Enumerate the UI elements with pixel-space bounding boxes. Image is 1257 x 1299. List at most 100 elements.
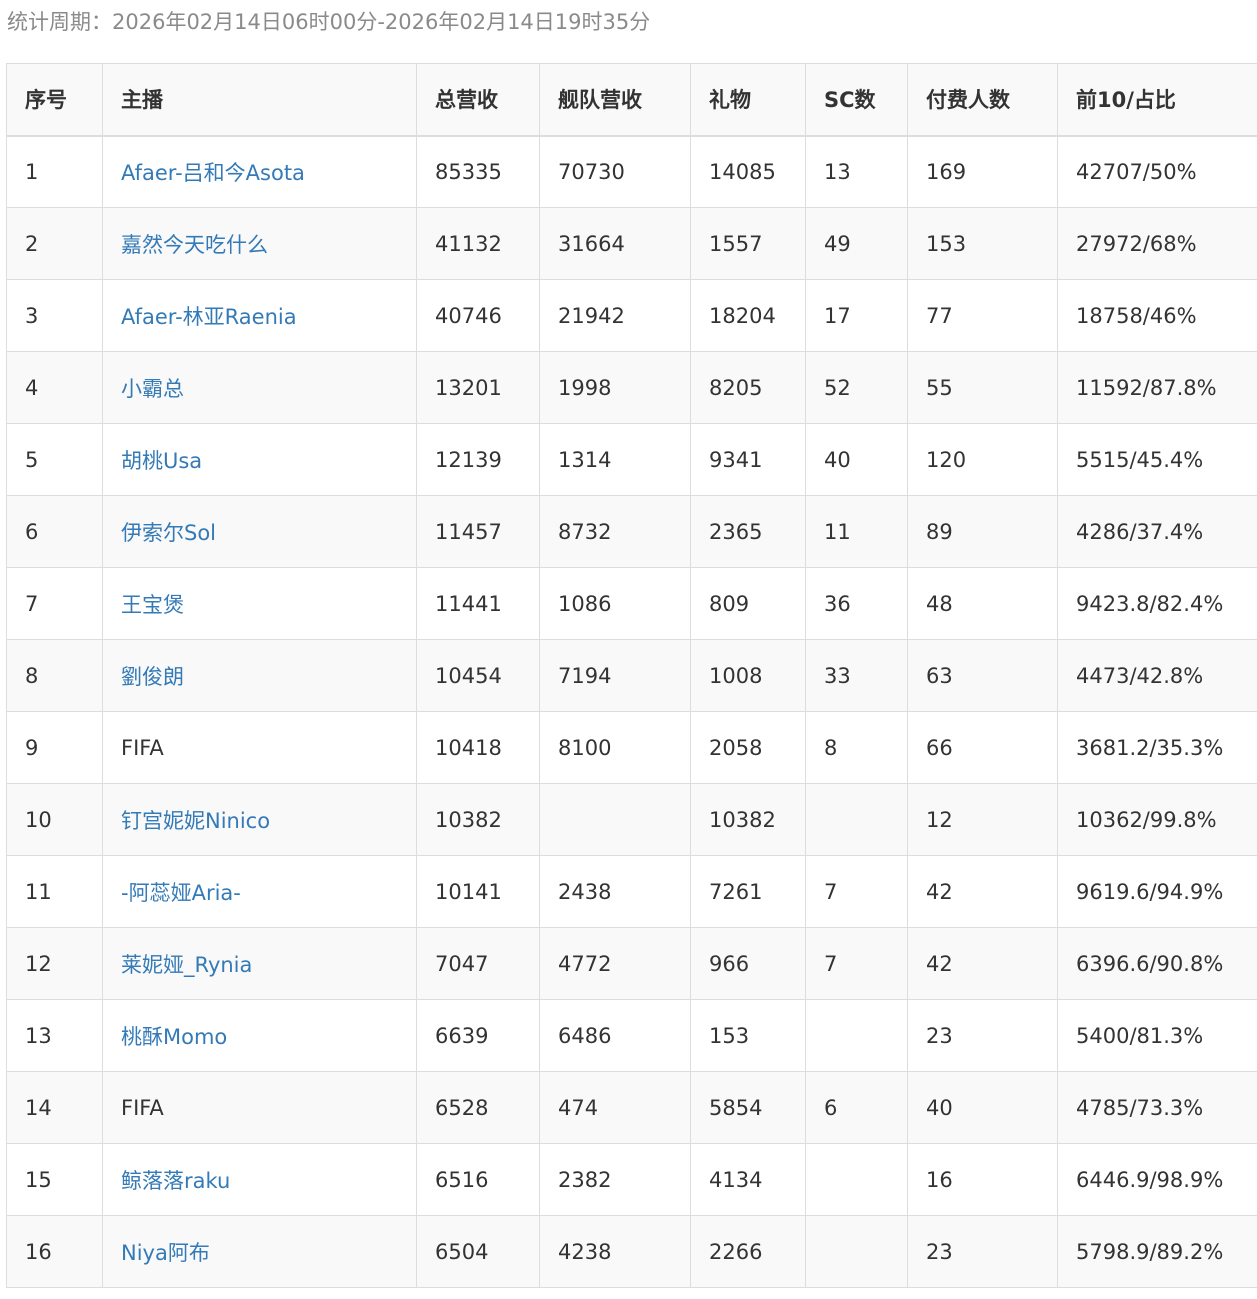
cell-streamer: 小霸总: [102, 351, 417, 424]
cell-fleet-revenue: 7194: [539, 639, 691, 712]
cell-payers: 23: [907, 999, 1058, 1072]
streamer-link[interactable]: 小霸总: [121, 377, 184, 401]
cell-streamer: 莱妮娅_Rynia: [102, 927, 417, 1000]
cell-total-revenue: 41132: [416, 207, 540, 280]
table-row: 10 钉宫妮妮Ninico 10382 10382 12 10362/99.8%: [6, 783, 1257, 856]
streamer-link[interactable]: 嘉然今天吃什么: [121, 233, 268, 257]
cell-fleet-revenue: 1998: [539, 351, 691, 424]
cell-total-revenue: 40746: [416, 279, 540, 352]
cell-gift: 966: [690, 927, 806, 1000]
cell-fleet-revenue: 70730: [539, 135, 691, 208]
streamer-link[interactable]: Afaer-林亚Raenia: [121, 305, 297, 329]
cell-sc-count: 6: [805, 1071, 908, 1144]
cell-streamer: FIFA: [102, 711, 417, 784]
cell-rank: 3: [6, 279, 103, 352]
cell-sc-count: 13: [805, 135, 908, 208]
streamer-link[interactable]: 王宝煲: [121, 593, 184, 617]
cell-total-revenue: 6504: [416, 1215, 540, 1288]
cell-rank: 7: [6, 567, 103, 640]
column-header-fleet-revenue: 舰队营收: [539, 63, 691, 137]
cell-streamer: -阿蕊娅Aria-: [102, 855, 417, 928]
cell-top10-share: 9619.6/94.9%: [1057, 855, 1257, 928]
cell-total-revenue: 10141: [416, 855, 540, 928]
table-header-row: 序号 主播 总营收 舰队营收 礼物 SC数 付费人数 前10/占比: [6, 63, 1257, 137]
cell-payers: 48: [907, 567, 1058, 640]
streamer-link[interactable]: 伊索尔Sol: [121, 521, 216, 545]
streamer-link[interactable]: 胡桃Usa: [121, 449, 202, 473]
streamer-link[interactable]: 莱妮娅_Rynia: [121, 953, 252, 977]
stats-period: 统计周期：2026年02月14日06时00分-2026年02月14日19时35分: [7, 0, 650, 44]
column-header-rank: 序号: [6, 63, 103, 137]
cell-gift: 1008: [690, 639, 806, 712]
cell-payers: 63: [907, 639, 1058, 712]
streamer-link[interactable]: 鲸落落raku: [121, 1169, 230, 1193]
cell-total-revenue: 12139: [416, 423, 540, 496]
cell-sc-count: 33: [805, 639, 908, 712]
cell-top10-share: 9423.8/82.4%: [1057, 567, 1257, 640]
table-row: 1 Afaer-吕和今Asota 85335 70730 14085 13 169 42707…: [6, 135, 1257, 208]
cell-top10-share: 6446.9/98.9%: [1057, 1143, 1257, 1216]
stats-period-label: 统计周期：: [7, 10, 112, 34]
table-row: 4 小霸总 13201 1998 8205 52 55 11592/87.8%: [6, 351, 1257, 424]
streamer-link[interactable]: Niya阿布: [121, 1241, 210, 1265]
column-header-sc-count: SC数: [805, 63, 908, 137]
table-row: 7 王宝煲 11441 1086 809 36 48 9423.8/82.4%: [6, 567, 1257, 640]
column-header-payers: 付费人数: [907, 63, 1058, 137]
cell-payers: 153: [907, 207, 1058, 280]
revenue-ranking-table: 序号 主播 总营收 舰队营收 礼物 SC数 付费人数 前10/占比 1 Afaer…: [6, 63, 1257, 1288]
cell-streamer: Afaer-吕和今Asota: [102, 135, 417, 208]
streamer-link[interactable]: Afaer-吕和今Asota: [121, 161, 305, 185]
cell-payers: 169: [907, 135, 1058, 208]
cell-top10-share: 5400/81.3%: [1057, 999, 1257, 1072]
cell-total-revenue: 11457: [416, 495, 540, 568]
cell-sc-count: 49: [805, 207, 908, 280]
cell-gift: 2266: [690, 1215, 806, 1288]
cell-gift: 14085: [690, 135, 806, 208]
streamer-link[interactable]: 钉宫妮妮Ninico: [121, 809, 270, 833]
cell-gift: 9341: [690, 423, 806, 496]
cell-total-revenue: 6516: [416, 1143, 540, 1216]
table-row: 9 FIFA 10418 8100 2058 8 66 3681.2/35.3%: [6, 711, 1257, 784]
cell-top10-share: 5798.9/89.2%: [1057, 1215, 1257, 1288]
cell-rank: 6: [6, 495, 103, 568]
cell-fleet-revenue: 1314: [539, 423, 691, 496]
cell-top10-share: 27972/68%: [1057, 207, 1257, 280]
cell-sc-count: [805, 783, 908, 856]
cell-fleet-revenue: 4772: [539, 927, 691, 1000]
streamer-link[interactable]: 劉俊朗: [121, 665, 184, 689]
cell-fleet-revenue: [539, 783, 691, 856]
cell-sc-count: [805, 1143, 908, 1216]
cell-rank: 8: [6, 639, 103, 712]
cell-total-revenue: 10382: [416, 783, 540, 856]
cell-rank: 10: [6, 783, 103, 856]
cell-sc-count: 7: [805, 927, 908, 1000]
table-row: 16 Niya阿布 6504 4238 2266 23 5798.9/89.2%: [6, 1215, 1257, 1288]
streamer-name: FIFA: [121, 1095, 164, 1120]
column-header-gift: 礼物: [690, 63, 806, 137]
cell-payers: 42: [907, 855, 1058, 928]
cell-top10-share: 4785/73.3%: [1057, 1071, 1257, 1144]
cell-payers: 16: [907, 1143, 1058, 1216]
streamer-link[interactable]: 桃酥Momo: [121, 1025, 227, 1049]
cell-gift: 153: [690, 999, 806, 1072]
cell-streamer: FIFA: [102, 1071, 417, 1144]
cell-streamer: 钉宫妮妮Ninico: [102, 783, 417, 856]
cell-fleet-revenue: 1086: [539, 567, 691, 640]
streamer-link[interactable]: -阿蕊娅Aria-: [121, 881, 241, 905]
cell-streamer: 鲸落落raku: [102, 1143, 417, 1216]
cell-top10-share: 4286/37.4%: [1057, 495, 1257, 568]
cell-streamer: 嘉然今天吃什么: [102, 207, 417, 280]
cell-sc-count: 11: [805, 495, 908, 568]
cell-gift: 2365: [690, 495, 806, 568]
cell-gift: 8205: [690, 351, 806, 424]
table-row: 8 劉俊朗 10454 7194 1008 33 63 4473/42.8%: [6, 639, 1257, 712]
cell-total-revenue: 7047: [416, 927, 540, 1000]
cell-total-revenue: 6639: [416, 999, 540, 1072]
cell-sc-count: 8: [805, 711, 908, 784]
streamer-name: FIFA: [121, 735, 164, 760]
cell-payers: 66: [907, 711, 1058, 784]
cell-rank: 16: [6, 1215, 103, 1288]
column-header-streamer: 主播: [102, 63, 417, 137]
cell-streamer: Afaer-林亚Raenia: [102, 279, 417, 352]
cell-rank: 4: [6, 351, 103, 424]
